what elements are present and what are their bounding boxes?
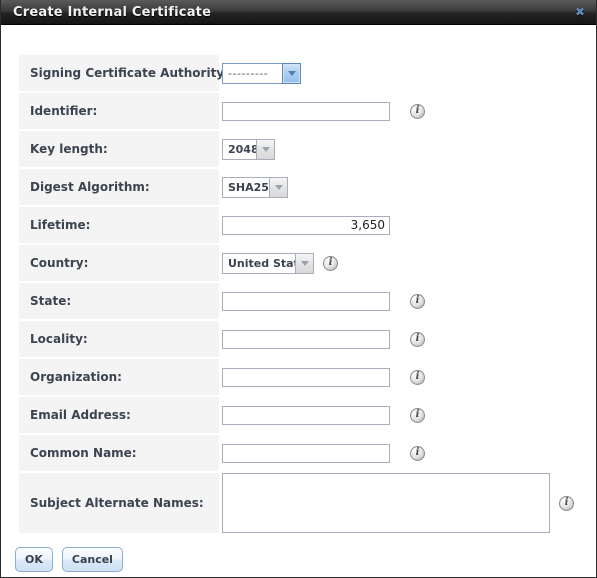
field-cell: i bbox=[219, 321, 596, 357]
info-icon[interactable]: i bbox=[410, 445, 425, 461]
chevron-down-icon[interactable] bbox=[295, 252, 314, 274]
field-label: Locality: bbox=[30, 332, 88, 346]
digest-algorithm-select[interactable]: SHA256 bbox=[222, 176, 288, 198]
label-cell: Key length: bbox=[19, 131, 219, 167]
subject-alternate-names-textarea[interactable] bbox=[222, 473, 550, 533]
create-internal-certificate-dialog: Create Internal Certificate ✖ Signing Ce… bbox=[0, 0, 597, 578]
dialog-title: Create Internal Certificate bbox=[13, 4, 212, 20]
field-cell: i bbox=[219, 397, 596, 433]
signing-certificate-authority-select[interactable]: --------- bbox=[222, 62, 301, 84]
label-cell: Country: bbox=[19, 245, 219, 281]
form-row-key-length: Key length: 2048 bbox=[1, 131, 596, 167]
label-cell: Subject Alternate Names: bbox=[19, 473, 219, 533]
state-input[interactable] bbox=[222, 291, 390, 311]
locality-input[interactable] bbox=[222, 329, 390, 349]
info-icon[interactable]: i bbox=[410, 407, 425, 423]
field-label: State: bbox=[30, 294, 72, 308]
label-cell: Organization: bbox=[19, 359, 219, 395]
label-cell: State: bbox=[19, 283, 219, 319]
form-row-signing-certificate-authority: Signing Certificate Authority: --------- bbox=[1, 55, 596, 91]
field-cell: SHA256 bbox=[219, 169, 596, 205]
field-cell: i bbox=[219, 93, 596, 129]
country-select[interactable]: United States bbox=[222, 252, 314, 274]
form-row-locality: Locality: i bbox=[1, 321, 596, 357]
label-cell: Locality: bbox=[19, 321, 219, 357]
form-row-lifetime: Lifetime: bbox=[1, 207, 596, 243]
form-row-email-address: Email Address: i bbox=[1, 397, 596, 433]
certificate-form: Signing Certificate Authority: ---------… bbox=[1, 25, 596, 533]
dialog-titlebar: Create Internal Certificate ✖ bbox=[1, 0, 596, 25]
field-label: Country: bbox=[30, 256, 89, 270]
close-icon[interactable]: ✖ bbox=[572, 4, 588, 20]
form-row-digest-algorithm: Digest Algorithm: SHA256 bbox=[1, 169, 596, 205]
label-cell: Identifier: bbox=[19, 93, 219, 129]
field-cell: United States i bbox=[219, 245, 596, 281]
cancel-button[interactable]: Cancel bbox=[61, 547, 123, 572]
identifier-input[interactable] bbox=[222, 101, 390, 121]
field-label: Identifier: bbox=[30, 104, 98, 118]
email-address-input[interactable] bbox=[222, 405, 390, 425]
form-row-common-name: Common Name: i bbox=[1, 435, 596, 471]
info-icon[interactable]: i bbox=[323, 255, 338, 271]
field-cell: i bbox=[219, 283, 596, 319]
field-cell bbox=[219, 207, 596, 243]
select-value: 2048 bbox=[222, 138, 259, 160]
field-label: Digest Algorithm: bbox=[30, 180, 150, 194]
form-row-identifier: Identifier: i bbox=[1, 93, 596, 129]
label-cell: Signing Certificate Authority: bbox=[19, 55, 229, 91]
common-name-input[interactable] bbox=[222, 443, 390, 463]
label-cell: Common Name: bbox=[19, 435, 219, 471]
chevron-down-icon[interactable] bbox=[256, 138, 275, 160]
form-row-subject-alternate-names: Subject Alternate Names: i bbox=[1, 473, 596, 533]
key-length-select[interactable]: 2048 bbox=[222, 138, 275, 160]
select-value: United States bbox=[222, 252, 313, 274]
field-cell: i bbox=[219, 359, 596, 395]
field-cell: i bbox=[219, 473, 596, 533]
label-cell: Lifetime: bbox=[19, 207, 219, 243]
field-label: Subject Alternate Names: bbox=[30, 496, 204, 510]
ok-button[interactable]: OK bbox=[15, 547, 53, 572]
field-label: Signing Certificate Authority: bbox=[30, 66, 229, 80]
field-cell: i bbox=[219, 435, 596, 471]
lifetime-input[interactable] bbox=[222, 215, 390, 235]
select-value: SHA256 bbox=[222, 176, 277, 198]
field-label: Common Name: bbox=[30, 446, 137, 460]
info-icon[interactable]: i bbox=[559, 495, 574, 511]
organization-input[interactable] bbox=[222, 367, 390, 387]
chevron-down-icon[interactable] bbox=[269, 176, 288, 198]
info-icon[interactable]: i bbox=[410, 103, 425, 119]
form-row-country: Country: United States i bbox=[1, 245, 596, 281]
info-icon[interactable]: i bbox=[410, 331, 425, 347]
form-row-state: State: i bbox=[1, 283, 596, 319]
field-cell: 2048 bbox=[219, 131, 596, 167]
field-label: Email Address: bbox=[30, 408, 131, 422]
info-icon[interactable]: i bbox=[410, 369, 425, 385]
field-label: Lifetime: bbox=[30, 218, 91, 232]
select-value: --------- bbox=[222, 62, 282, 84]
field-label: Organization: bbox=[30, 370, 122, 384]
dialog-footer: OK Cancel bbox=[1, 535, 596, 572]
info-icon[interactable]: i bbox=[410, 293, 425, 309]
form-row-organization: Organization: i bbox=[1, 359, 596, 395]
chevron-down-icon[interactable] bbox=[282, 62, 301, 84]
label-cell: Digest Algorithm: bbox=[19, 169, 219, 205]
label-cell: Email Address: bbox=[19, 397, 219, 433]
field-cell: --------- bbox=[219, 55, 596, 91]
field-label: Key length: bbox=[30, 142, 108, 156]
